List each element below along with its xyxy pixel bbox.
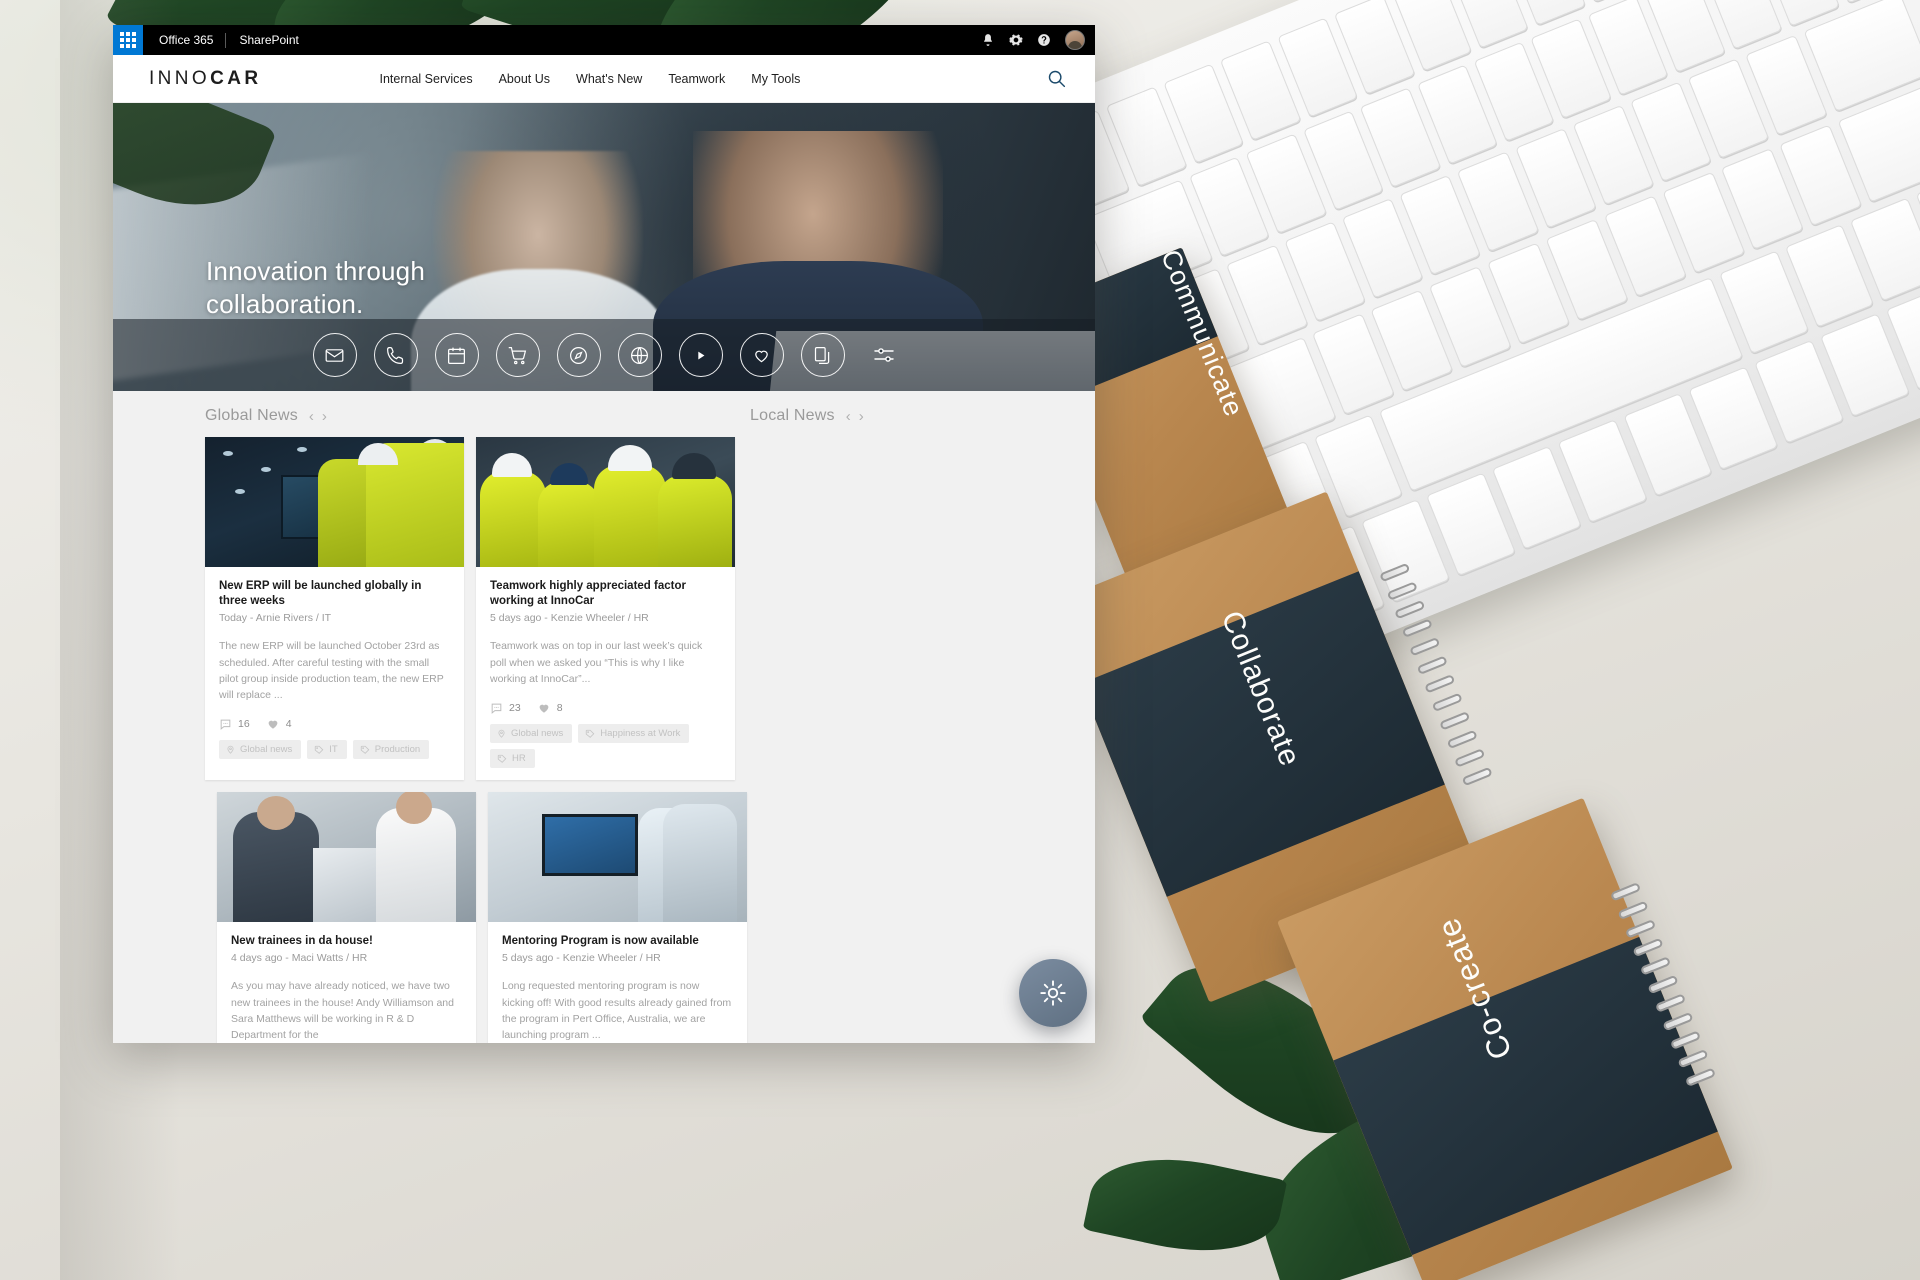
news-card-excerpt: Teamwork was on top in our last week’s q… <box>490 640 703 685</box>
like-count-value: 8 <box>556 702 563 715</box>
comment-count-value: 23 <box>509 702 521 715</box>
nav-item-whats-new[interactable]: What's New <box>576 72 642 86</box>
hero-title: Innovation through collaboration. <box>206 255 425 322</box>
news-card[interactable]: New trainees in da house! 4 days ago - M… <box>217 792 476 1043</box>
nav-item-teamwork[interactable]: Teamwork <box>668 72 725 86</box>
sliders-icon[interactable] <box>872 343 896 367</box>
news-card-body: Teamwork highly appreciated factor worki… <box>476 567 735 780</box>
hero-banner: Innovation through collaboration. <box>113 103 1095 391</box>
copy-icon[interactable] <box>800 333 845 377</box>
comment-count-value: 16 <box>238 718 250 731</box>
section-header-local-news: Local News ‹ › <box>750 407 864 425</box>
news-card[interactable]: Teamwork highly appreciated factor worki… <box>476 437 735 781</box>
news-card-tags: Global news Happiness at Work HR <box>490 724 721 769</box>
global-news-prev-button[interactable]: ‹ <box>309 409 314 424</box>
quick-links-bar <box>113 319 1095 391</box>
like-count[interactable]: 4 <box>266 717 292 731</box>
local-news-title: Local News <box>750 407 835 424</box>
hero-title-line-1: Innovation through <box>206 256 425 286</box>
news-card-tags: Global news IT Production <box>219 740 450 760</box>
compass-icon[interactable] <box>556 333 601 377</box>
mail-icon[interactable] <box>312 333 357 377</box>
search-icon[interactable] <box>1046 68 1067 89</box>
news-card-title: New ERP will be launched globally in thr… <box>219 580 422 608</box>
hero-title-line-2: collaboration. <box>206 289 364 320</box>
news-card-meta: 5 days ago - Kenzie Wheeler / HR <box>502 952 661 965</box>
play-icon[interactable] <box>678 333 723 377</box>
local-news-next-button[interactable]: › <box>859 409 864 424</box>
like-count[interactable]: 8 <box>537 701 563 715</box>
news-card-title: Mentoring Program is now available <box>502 935 699 948</box>
sharepoint-label[interactable]: SharePoint <box>226 33 298 47</box>
news-card-image <box>205 437 464 567</box>
location-tag[interactable]: Global news <box>490 724 573 744</box>
news-card-body: New trainees in da house! 4 days ago - M… <box>217 922 476 1043</box>
news-card-image <box>488 792 747 923</box>
nav-item-about-us[interactable]: About Us <box>499 72 550 86</box>
news-card[interactable]: Mentoring Program is now available 5 day… <box>488 792 747 1043</box>
news-card-stats: 16 4 <box>219 717 450 731</box>
news-card-excerpt: The new ERP will be launched October 23r… <box>219 640 444 702</box>
news-card-image <box>476 437 735 567</box>
global-news-carousel-arrows: ‹ › <box>309 409 327 424</box>
news-card-excerpt: As you may have already noticed, we have… <box>231 980 454 1042</box>
local-news-carousel-arrows: ‹ › <box>846 409 864 424</box>
tag-label: HR <box>512 753 526 765</box>
news-card-body: New ERP will be launched globally in thr… <box>205 567 464 780</box>
main-navigation: Internal Services About Us What's New Te… <box>379 72 800 86</box>
topic-tag[interactable]: HR <box>490 749 535 769</box>
location-tag[interactable]: Global news <box>219 740 302 760</box>
tag-label: IT <box>329 744 338 756</box>
innocar-logo[interactable]: INNOCAR <box>113 68 261 90</box>
news-card[interactable]: New ERP will be launched globally in thr… <box>205 437 464 781</box>
brand-navigation-bar: INNOCAR Internal Services About Us What'… <box>113 55 1095 103</box>
user-avatar[interactable] <box>1065 30 1085 50</box>
news-card-grid: New ERP will be launched globally in thr… <box>113 425 1095 1043</box>
topic-tag[interactable]: Happiness at Work <box>578 724 690 744</box>
global-news-title: Global News <box>205 407 298 424</box>
news-card-meta: 5 days ago - Kenzie Wheeler / HR <box>490 612 649 625</box>
news-card-title: New trainees in da house! <box>231 935 373 948</box>
office-suite-bar: Office 365 SharePoint <box>113 25 1095 55</box>
like-count-value: 4 <box>285 718 292 731</box>
news-card-meta: Today - Arnie Rivers / IT <box>219 612 332 625</box>
sunburst-icon[interactable] <box>1019 959 1087 1027</box>
topic-tag[interactable]: Production <box>352 740 430 760</box>
bell-icon[interactable] <box>981 33 995 47</box>
comment-count[interactable]: 16 <box>219 718 250 731</box>
comment-count[interactable]: 23 <box>490 702 521 715</box>
globe-icon[interactable] <box>617 333 662 377</box>
help-icon[interactable] <box>1037 33 1051 47</box>
news-card-body: Mentoring Program is now available 5 day… <box>488 922 747 1043</box>
global-news-next-button[interactable]: › <box>322 409 327 424</box>
local-news-prev-button[interactable]: ‹ <box>846 409 851 424</box>
app-launcher-icon[interactable] <box>113 25 143 55</box>
section-header-global-news: Global News ‹ › <box>205 407 750 425</box>
news-card-meta: 4 days ago - Maci Watts / HR <box>231 952 368 965</box>
nav-item-my-tools[interactable]: My Tools <box>751 72 800 86</box>
logo-thin-part: INNO <box>149 67 211 89</box>
news-card-excerpt: Long requested mentoring program is now … <box>502 980 732 1042</box>
tag-label: Happiness at Work <box>600 728 681 740</box>
news-card-title: Teamwork highly appreciated factor worki… <box>490 580 686 608</box>
topic-tag[interactable]: IT <box>307 740 347 760</box>
tag-label: Production <box>374 744 421 756</box>
tag-label: Global news <box>240 744 293 756</box>
cart-icon[interactable] <box>495 333 540 377</box>
gear-icon[interactable] <box>1009 33 1023 47</box>
section-headers: Global News ‹ › Local News ‹ › <box>113 407 1095 425</box>
calendar-icon[interactable] <box>434 333 479 377</box>
logo-bold-part: CAR <box>210 67 262 89</box>
sharepoint-portal-window: Office 365 SharePoint INNOCAR Internal S… <box>113 25 1095 1043</box>
office-365-label[interactable]: Office 365 <box>143 33 225 47</box>
tag-label: Global news <box>511 728 564 740</box>
phone-icon[interactable] <box>373 333 418 377</box>
news-card-image <box>217 792 476 923</box>
nav-item-internal-services[interactable]: Internal Services <box>379 72 472 86</box>
news-content-area: Global News ‹ › Local News ‹ › New ERP w… <box>113 391 1095 1043</box>
news-card-stats: 23 8 <box>490 701 721 715</box>
heart-icon[interactable] <box>739 333 784 377</box>
suite-bar-actions <box>981 30 1095 50</box>
